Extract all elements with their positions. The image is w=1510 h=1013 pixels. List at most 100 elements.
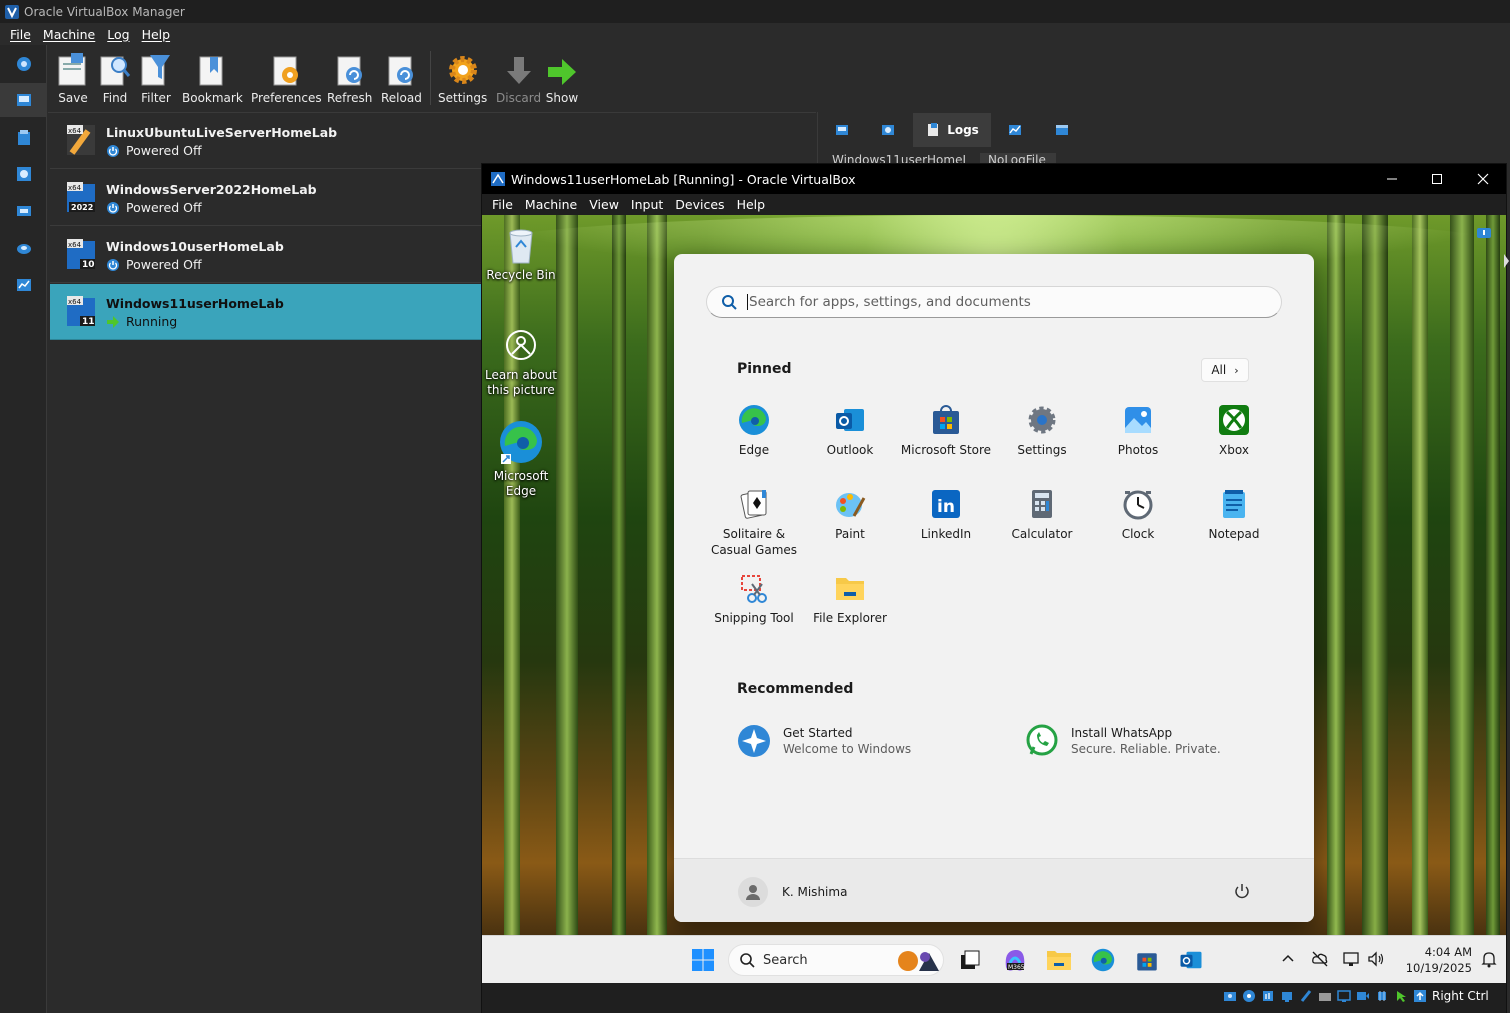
- guest-desktop[interactable]: Recycle Bin Learn about this picture Mic…: [482, 215, 1506, 935]
- pinned-app-microsoft-store[interactable]: Microsoft Store: [898, 404, 994, 458]
- task-view-button[interactable]: [954, 944, 986, 976]
- chevron-up-icon[interactable]: [1279, 950, 1297, 968]
- pinned-app-outlook[interactable]: Outlook: [802, 404, 898, 458]
- volume-icon[interactable]: [1367, 950, 1385, 968]
- microsoft-edge-shortcut[interactable]: Microsoft Edge: [482, 418, 560, 499]
- optical-drive-status-icon[interactable]: [1242, 989, 1256, 1003]
- vm-menu-input[interactable]: Input: [625, 197, 669, 212]
- pinned-app-calculator[interactable]: Calculator: [994, 488, 1090, 542]
- taskbar-outlook[interactable]: [1175, 944, 1207, 976]
- pinned-app-notepad[interactable]: Notepad: [1186, 488, 1282, 542]
- menu-log[interactable]: Log: [101, 27, 135, 42]
- bamboo-stalk: [1362, 215, 1388, 935]
- tab-snapshots[interactable]: [868, 113, 908, 147]
- pinned-app-edge[interactable]: Edge: [706, 404, 802, 458]
- vm-status-bar: Right Ctrl: [482, 983, 1506, 1013]
- shared-folders-status-icon[interactable]: [1318, 989, 1332, 1003]
- menu-file[interactable]: File: [4, 27, 37, 42]
- network-tool-icon[interactable]: [15, 202, 33, 220]
- taskbar-clock[interactable]: 4:04 AM 10/19/2025: [1396, 944, 1472, 976]
- discard-button[interactable]: Discard: [496, 49, 541, 105]
- recommended-get-started[interactable]: Get Started Welcome to Windows: [737, 724, 911, 758]
- tab-activity[interactable]: [995, 113, 1035, 147]
- menu-machine[interactable]: Machine: [37, 27, 101, 42]
- maximize-button[interactable]: [1414, 164, 1460, 194]
- vm-item-linux-ubuntu[interactable]: x64 LinuxUbuntuLiveServerHomeLab Powered…: [50, 113, 816, 169]
- pinned-app-clock[interactable]: Clock: [1090, 488, 1186, 542]
- display-status-icon[interactable]: [1337, 989, 1351, 1003]
- save-button[interactable]: Save: [56, 49, 90, 105]
- show-button[interactable]: Show: [545, 49, 579, 105]
- settings-button[interactable]: Settings: [438, 49, 487, 105]
- minimize-button[interactable]: [1369, 164, 1415, 194]
- keyboard-capture-status-icon[interactable]: [1413, 989, 1427, 1003]
- pinned-app-settings[interactable]: Settings: [994, 404, 1090, 458]
- cloud-offline-icon[interactable]: [1311, 950, 1329, 968]
- start-button[interactable]: [687, 944, 719, 976]
- discard-arrow-icon: [506, 57, 531, 84]
- pinned-app-xbox[interactable]: Xbox: [1186, 404, 1282, 458]
- pinned-app-linkedin[interactable]: in LinkedIn: [898, 488, 994, 542]
- ubuntu-os-icon: x64: [67, 125, 95, 155]
- vm-menu-devices[interactable]: Devices: [669, 197, 730, 212]
- recommended-install-whatsapp[interactable]: Install WhatsApp Secure. Reliable. Privat…: [1025, 724, 1221, 758]
- all-apps-button[interactable]: All ›: [1201, 358, 1249, 382]
- hard-disk-status-icon[interactable]: [1223, 989, 1237, 1003]
- taskbar-search-box[interactable]: Search: [728, 944, 944, 976]
- notification-bell-icon[interactable]: [1480, 950, 1498, 968]
- cloud-tool-icon[interactable]: [15, 239, 33, 257]
- save-icon: [58, 53, 86, 86]
- tab-logs[interactable]: Logs: [913, 113, 991, 147]
- user-account-button[interactable]: K. Mishima: [738, 877, 847, 907]
- get-started-icon: [738, 725, 770, 757]
- pinned-app-solitaire[interactable]: Solitaire & Casual Games: [706, 488, 802, 558]
- taskbar-edge[interactable]: [1087, 944, 1119, 976]
- audio-status-icon[interactable]: [1261, 989, 1275, 1003]
- folder-icon: [836, 578, 864, 600]
- network-status-icon[interactable]: [1280, 989, 1294, 1003]
- taskbar-microsoft-store[interactable]: [1131, 944, 1163, 976]
- taskbar-file-explorer[interactable]: [1043, 944, 1075, 976]
- pinned-app-file-explorer[interactable]: File Explorer: [802, 572, 898, 626]
- vm-menu-view[interactable]: View: [583, 197, 625, 212]
- recycle-bin-shortcut[interactable]: Recycle Bin: [482, 225, 560, 283]
- photos-icon: [1125, 407, 1151, 433]
- learn-about-picture-shortcut[interactable]: Learn about this picture: [482, 325, 560, 398]
- bookmark-button[interactable]: Bookmark: [182, 49, 243, 105]
- welcome-tool-icon[interactable]: [15, 55, 33, 73]
- start-search-box[interactable]: Search for apps, settings, and documents: [706, 286, 1282, 318]
- mouse-integration-status-icon[interactable]: [1394, 989, 1408, 1003]
- power-icon[interactable]: [1232, 881, 1252, 901]
- vm-menu-help[interactable]: Help: [731, 197, 772, 212]
- vm-menu-file[interactable]: File: [486, 197, 519, 212]
- reload-button[interactable]: Reload: [381, 49, 422, 105]
- refresh-button[interactable]: Refresh: [327, 49, 372, 105]
- resize-handle[interactable]: [1504, 254, 1509, 268]
- taskbar-m365-copilot[interactable]: M365: [999, 944, 1031, 976]
- network-icon[interactable]: [1342, 950, 1360, 968]
- extensions-tool-icon[interactable]: [15, 129, 33, 147]
- tab-file-manager[interactable]: [1042, 113, 1082, 147]
- tab-details[interactable]: [822, 113, 862, 147]
- usb-status-icon[interactable]: [1299, 989, 1313, 1003]
- recording-status-icon[interactable]: [1356, 989, 1370, 1003]
- chevron-right-icon: ›: [1234, 363, 1239, 377]
- windows-logo-icon: [692, 949, 714, 971]
- find-button[interactable]: Find: [98, 49, 132, 105]
- close-button[interactable]: [1460, 164, 1506, 194]
- activities-tool-icon[interactable]: [15, 276, 33, 294]
- media-tool-icon[interactable]: [15, 165, 33, 183]
- svg-text:x64: x64: [68, 127, 82, 135]
- notification-badge-icon[interactable]: [1476, 227, 1492, 241]
- paint-icon: [836, 493, 866, 517]
- pinned-app-snipping-tool[interactable]: Snipping Tool: [706, 572, 802, 626]
- pinned-app-photos[interactable]: Photos: [1090, 404, 1186, 458]
- pinned-app-paint[interactable]: Paint: [802, 488, 898, 542]
- preferences-button[interactable]: Preferences: [251, 49, 322, 105]
- menu-help[interactable]: Help: [136, 27, 177, 42]
- cpu-status-icon[interactable]: [1375, 989, 1389, 1003]
- machines-tool-icon[interactable]: [15, 91, 33, 109]
- linkedin-icon: in: [932, 490, 960, 518]
- vm-menu-machine[interactable]: Machine: [519, 197, 583, 212]
- filter-button[interactable]: Filter: [139, 49, 173, 105]
